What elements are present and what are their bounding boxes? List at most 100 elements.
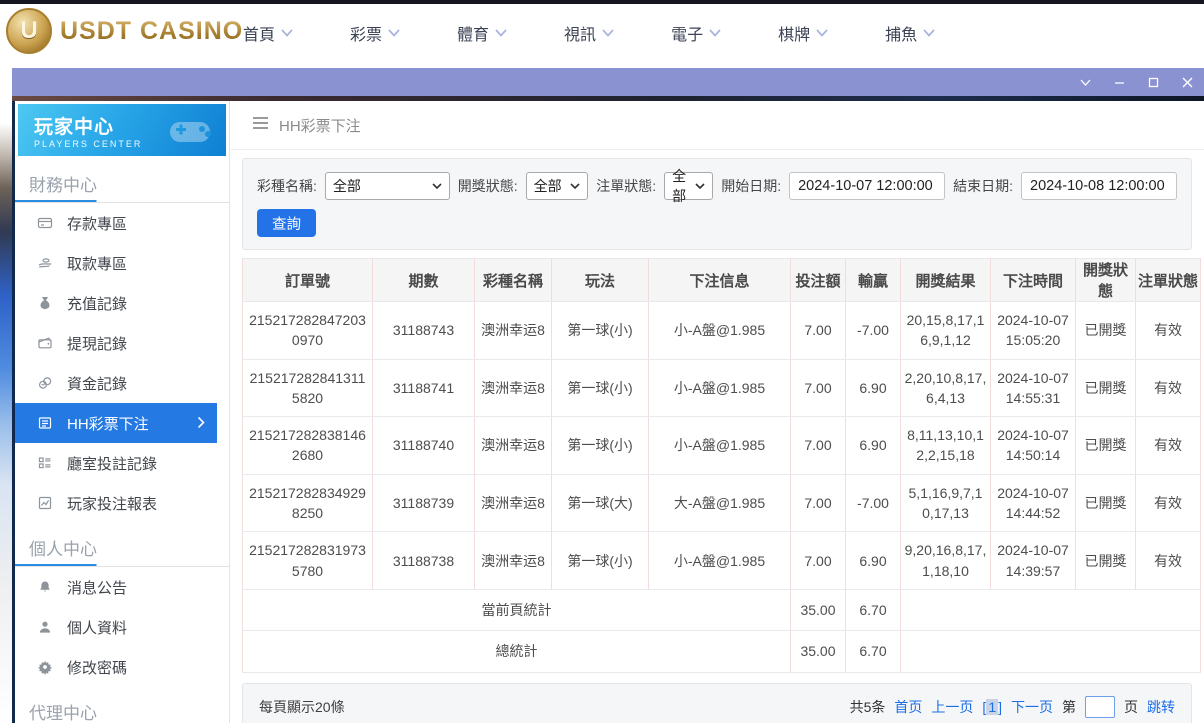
cell: 第一球(小) — [551, 301, 649, 360]
summary-win-loss: 6.70 — [845, 588, 901, 632]
cell: 7.00 — [790, 473, 846, 533]
search-button[interactable]: 查詢 — [257, 209, 316, 237]
hamburger-icon[interactable] — [252, 116, 269, 135]
sidebar-item-player-bet-report[interactable]: 玩家投注報表 — [15, 483, 229, 523]
gear-icon — [37, 659, 53, 675]
order-status-value: 全部 — [672, 168, 687, 204]
sidebar-item-recharge-records[interactable]: 充值記錄 — [15, 283, 229, 323]
jump-link[interactable]: 跳转 — [1147, 697, 1175, 717]
column-header: 期數 — [372, 258, 475, 302]
table-row: 2152172828319735780 31188738 澳洲幸运8 第一球(小) 小-… — [242, 531, 1201, 590]
person-icon — [37, 619, 53, 635]
maximize-icon[interactable] — [1144, 73, 1162, 91]
total-count: 共5条 — [849, 698, 886, 715]
cell: 2,20,10,8,17,6,4,13 — [900, 358, 991, 418]
chevron-right-icon — [197, 416, 205, 433]
jump-prefix: 第 — [1062, 698, 1076, 715]
bets-table: 訂單號 期數 彩種名稱 玩法 下注信息 投注額 輸贏 開獎結果 下注時間 開獎狀態 注單狀態 215… — [242, 258, 1201, 673]
order-status-select[interactable]: 全部 — [664, 168, 714, 204]
nav-label: 視訊 — [564, 27, 597, 44]
column-header: 開獎結果 — [900, 258, 991, 302]
document-icon — [37, 415, 53, 431]
chevron-down-icon — [816, 29, 828, 37]
cell: 7.00 — [790, 416, 846, 475]
section-label: 代理中心 — [29, 704, 97, 723]
sidebar-item-hh-lottery-bets[interactable]: HH彩票下注 — [15, 403, 217, 443]
summary-label: 總統計 — [242, 630, 791, 673]
nav-label: 捕魚 — [885, 27, 918, 44]
sidebar-header: 玩家中心 PLAYERS CENTER — [18, 104, 226, 156]
nav-item-video[interactable]: 視訊 — [564, 21, 614, 45]
nav-item-electronic[interactable]: 電子 — [671, 21, 721, 45]
close-icon[interactable] — [1178, 73, 1196, 91]
top-navigation: 首頁 彩票 體育 視訊 電子 棋牌 捕魚 — [243, 4, 935, 62]
column-header: 投注額 — [790, 258, 846, 302]
chevron-down-icon — [388, 29, 400, 37]
jump-page-input[interactable] — [1085, 695, 1115, 718]
cell: 2024-10-07 14:50:14 — [990, 416, 1076, 475]
column-header: 下注信息 — [648, 258, 791, 302]
filter-row: 彩種名稱: 全部 開獎狀態: 全部 注單狀態: 全部 開始日期: 2024-10… — [257, 168, 1177, 204]
nav-item-chess[interactable]: 棋牌 — [778, 21, 828, 45]
cell: -7.00 — [845, 301, 901, 360]
cell: 31188740 — [372, 416, 475, 475]
cell: 有效 — [1135, 473, 1201, 533]
sidebar-item-label: 廳室投註記錄 — [67, 455, 158, 473]
chevron-down-icon — [281, 29, 293, 37]
first-page-link[interactable]: 首页 — [894, 697, 922, 717]
sidebar-item-change-password[interactable]: 修改密碼 — [15, 647, 229, 687]
logo[interactable]: U USDT CASINO — [6, 8, 243, 54]
cell: 31188743 — [372, 301, 475, 360]
end-date-input[interactable]: 2024-10-08 12:00:00 — [1021, 172, 1177, 200]
current-page-number: 1 — [986, 698, 999, 715]
prev-page-link[interactable]: 上一页 — [931, 697, 973, 717]
column-header: 玩法 — [551, 258, 649, 302]
nav-item-home[interactable]: 首頁 — [243, 21, 293, 45]
sidebar-sections: 財務中心 存款專區 取款專區 充值記錄 提現記錄 資金記錄 HH彩票下注 廳室投註記錄 玩家投注… — [15, 159, 229, 723]
sidebar-item-announcements[interactable]: 消息公告 — [15, 567, 229, 607]
sidebar-item-withdraw-area[interactable]: 取款專區 — [15, 243, 229, 283]
chevron-down-icon — [495, 29, 507, 37]
nav-item-lottery[interactable]: 彩票 — [350, 21, 400, 45]
table-header-row: 訂單號 期數 彩種名稱 玩法 下注信息 投注額 輸贏 開獎結果 下注時間 開獎狀態 注單狀態 — [242, 258, 1201, 302]
minimize-icon[interactable] — [1110, 73, 1128, 91]
sidebar-item-label: 提現記錄 — [67, 335, 128, 353]
coin-logo-icon: U — [6, 8, 52, 54]
sidebar-item-deposit-area[interactable]: 存款專區 — [15, 203, 229, 243]
cell: 已開獎 — [1075, 301, 1136, 360]
cell: 2024-10-07 14:55:31 — [990, 358, 1076, 418]
order-status-label: 注單狀態: — [596, 178, 657, 194]
titlebar-dropdown-icon[interactable] — [1076, 73, 1094, 91]
logo-text: USDT CASINO — [60, 16, 244, 45]
bank-card-icon — [37, 215, 53, 231]
jump-suffix: 页 — [1124, 698, 1138, 715]
bracket-right: ] — [998, 698, 1002, 715]
sidebar-item-funds-records[interactable]: 資金記錄 — [15, 363, 229, 403]
nav-item-sports[interactable]: 體育 — [457, 21, 507, 45]
draw-status-select[interactable]: 全部 — [525, 172, 589, 200]
next-page-link[interactable]: 下一页 — [1011, 697, 1053, 717]
cell: 2024-10-07 14:39:57 — [990, 531, 1076, 590]
cell: 澳洲幸运8 — [474, 358, 552, 418]
sidebar-item-profile[interactable]: 個人資料 — [15, 607, 229, 647]
cell: 澳洲幸运8 — [474, 531, 552, 590]
lottery-name-select[interactable]: 全部 — [324, 172, 450, 200]
sidebar-item-withdraw-records[interactable]: 提現記錄 — [15, 323, 229, 363]
cell: 有效 — [1135, 301, 1201, 360]
hand-coin-icon — [37, 255, 53, 271]
sidebar-item-room-bet-records[interactable]: 廳室投註記錄 — [15, 443, 229, 483]
column-header: 開獎狀態 — [1075, 258, 1136, 302]
start-date-input[interactable]: 2024-10-07 12:00:00 — [789, 172, 946, 200]
summary-label: 當前頁統計 — [242, 588, 791, 632]
column-header: 輸贏 — [845, 258, 901, 302]
app-window: 玩家中心 PLAYERS CENTER 財務中心 存款專區 取款專區 充值記錄 提現記錄… — [12, 101, 1204, 723]
current-page[interactable]: [1] — [982, 698, 1002, 715]
cell: 2152172828349298250 — [242, 473, 373, 533]
cell: 7.00 — [790, 358, 846, 418]
end-date-label: 結束日期: — [953, 178, 1013, 194]
cell: 6.90 — [845, 416, 901, 475]
nav-item-fishing[interactable]: 捕魚 — [885, 21, 935, 45]
chevron-down-icon — [709, 29, 721, 37]
pagination-panel: 每頁顯示20條 共5条 首页 上一页 [1] 下一页 第 页 跳转 — [242, 682, 1192, 723]
cell: 8,11,13,10,12,2,15,18 — [900, 416, 991, 475]
